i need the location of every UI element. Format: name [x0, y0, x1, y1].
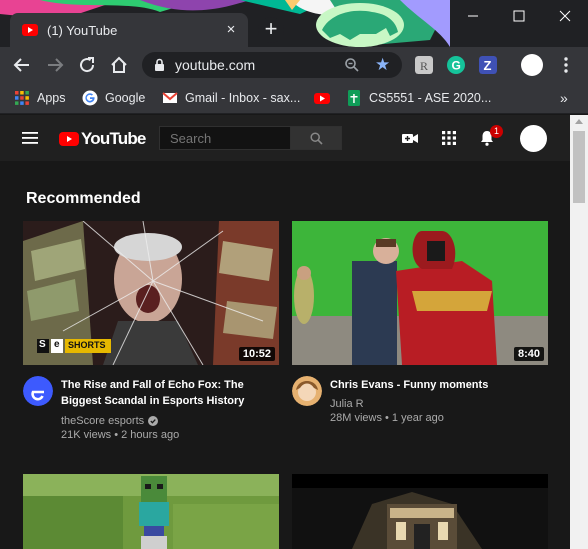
back-arrow-icon[interactable] [12, 55, 32, 75]
channel-name: theScore esports [61, 415, 145, 427]
bookmark-apps[interactable]: Apps [14, 83, 66, 113]
video-meta: 21K views • 2 hours ago [61, 429, 180, 441]
browser-tab-strip: (1) YouTube × + [0, 0, 588, 47]
thumbnail-image [23, 474, 279, 549]
minimize-icon[interactable] [450, 0, 496, 32]
maximize-icon[interactable] [496, 0, 542, 32]
video-thumbnail[interactable]: S e SHORTS 10:52 [23, 221, 279, 365]
notification-badge: 1 [490, 125, 503, 138]
svg-text:Z: Z [484, 58, 492, 73]
channel-photo [292, 376, 322, 406]
youtube-icon [314, 93, 330, 104]
youtube-favicon [22, 24, 38, 36]
video-thumbnail[interactable] [23, 474, 279, 549]
scroll-up-arrow-icon[interactable] [575, 119, 583, 124]
plus-icon[interactable]: + [258, 17, 284, 43]
reload-icon[interactable] [77, 55, 97, 75]
search-button[interactable] [290, 126, 342, 150]
bookmark-label: Gmail - Inbox - sax... [185, 91, 301, 105]
google-icon [82, 90, 98, 106]
apps-grid-icon [15, 91, 29, 105]
close-icon[interactable] [542, 0, 588, 32]
thumbnail-image [23, 221, 279, 365]
star-icon[interactable]: ★ [375, 56, 390, 73]
bookmarks-bar: Apps Google Gmail - Inbox - sax... CS555… [0, 83, 588, 114]
search-input[interactable] [159, 126, 290, 150]
close-icon[interactable]: × [224, 22, 238, 37]
video-title-line: Biggest Scandal in Esports History [61, 395, 245, 407]
tab-title: (1) YouTube [47, 22, 118, 38]
video-duration: 10:52 [238, 347, 275, 361]
section-title: Recommended [26, 190, 141, 207]
video-title[interactable]: The Rise and Fall of Echo Fox: The Bigge… [61, 377, 261, 409]
video-thumbnail[interactable]: 8:40 [292, 221, 548, 365]
verified-check-icon [148, 416, 159, 426]
bookmark-label: CS5551 - ASE 2020... [369, 91, 492, 105]
video-title[interactable]: Chris Evans - Funny moments [330, 377, 530, 393]
url-text: youtube.com [175, 57, 256, 73]
channel-avatar[interactable] [23, 376, 53, 406]
youtube-logo[interactable]: YouTube [59, 129, 146, 149]
address-bar[interactable]: youtube.com ★ [142, 52, 402, 78]
home-icon[interactable] [109, 55, 129, 75]
youtube-masthead: YouTube 1 [0, 115, 570, 161]
logo-text: YouTube [81, 129, 146, 148]
thescore-logo-icon [23, 376, 53, 406]
avatar[interactable] [520, 125, 547, 152]
bookmark-google[interactable]: Google [82, 83, 145, 113]
youtube-play-logo-icon [59, 132, 79, 146]
gmail-icon [162, 92, 178, 103]
bookmark-label: Apps [37, 91, 66, 105]
bookmark-cs5551[interactable]: CS5551 - ASE 2020... [346, 83, 491, 113]
forward-arrow-icon[interactable] [45, 55, 65, 75]
scrollbar-thumb[interactable] [573, 131, 585, 203]
video-channel[interactable]: Julia R [330, 398, 364, 410]
bookmark-youtube[interactable] [314, 83, 337, 113]
thumbnail-image [292, 474, 548, 549]
zoom-icon[interactable] [344, 57, 360, 73]
channel-name: Julia R [330, 398, 364, 410]
thumb-badge-shorts: SHORTS [68, 340, 106, 350]
extension-z-icon[interactable]: Z [479, 56, 497, 74]
video-title-line: Chris Evans - Funny moments [330, 379, 489, 391]
hamburger-menu-icon[interactable] [22, 132, 38, 144]
profile-avatar[interactable] [521, 54, 543, 76]
svg-text:G: G [452, 59, 461, 73]
bookmark-gmail[interactable]: Gmail - Inbox - sax... [162, 83, 300, 113]
thumb-badge-e: e [54, 339, 60, 350]
video-title-line: The Rise and Fall of Echo Fox: The [61, 379, 244, 391]
video-channel[interactable]: theScore esports [61, 415, 159, 427]
lock-icon [155, 58, 164, 71]
bookmark-label: Google [105, 91, 146, 105]
more-vert-icon[interactable] [558, 55, 574, 75]
svg-text:R: R [420, 59, 428, 73]
create-video-icon[interactable] [401, 129, 419, 147]
extension-r-icon[interactable]: R [415, 56, 433, 74]
sheets-icon [348, 90, 360, 106]
page-scrollbar[interactable] [570, 115, 588, 549]
browser-tab-youtube[interactable]: (1) YouTube × [10, 13, 248, 47]
thumb-badge-s: S [39, 339, 46, 350]
video-duration: 8:40 [513, 347, 544, 361]
thumbnail-image [292, 221, 548, 365]
search-icon [310, 132, 323, 145]
video-meta: 28M views • 1 year ago [330, 412, 444, 424]
bookmarks-overflow-chevron[interactable]: » [560, 90, 568, 106]
channel-avatar[interactable] [292, 376, 322, 406]
browser-toolbar: youtube.com ★ R G Z [0, 47, 588, 83]
grammarly-icon[interactable]: G [447, 56, 465, 74]
video-thumbnail[interactable] [292, 474, 548, 549]
apps-grid-icon[interactable] [440, 129, 458, 147]
